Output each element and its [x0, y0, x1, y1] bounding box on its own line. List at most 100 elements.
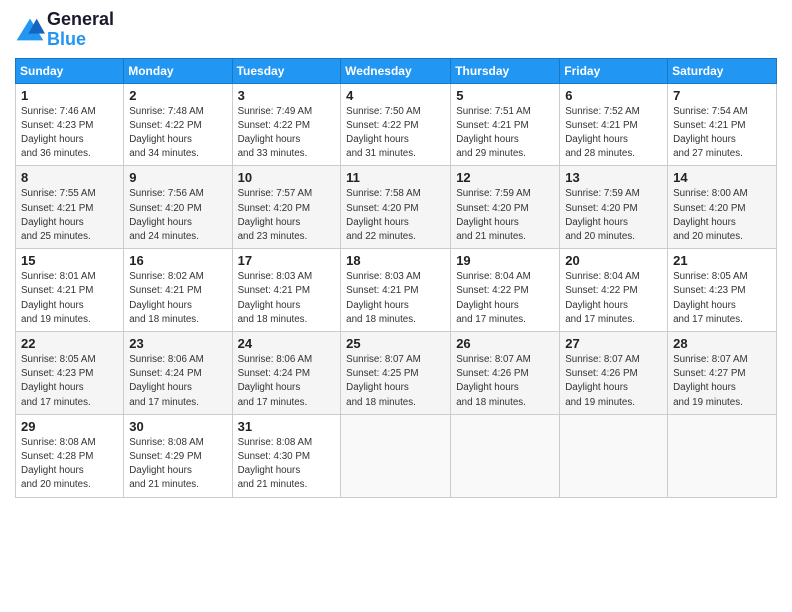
day-info: Sunrise: 8:04 AMSunset: 4:22 PMDaylight … — [456, 270, 554, 327]
day-number: 3 — [238, 88, 336, 103]
calendar-header-tuesday: Tuesday — [232, 58, 341, 83]
logo-icon — [15, 17, 45, 42]
logo-text: General Blue — [47, 10, 114, 50]
calendar-week-1: 1 Sunrise: 7:46 AMSunset: 4:23 PMDayligh… — [16, 83, 777, 166]
calendar-cell: 30 Sunrise: 8:08 AMSunset: 4:29 PMDaylig… — [124, 414, 232, 497]
calendar-cell: 20 Sunrise: 8:04 AMSunset: 4:22 PMDaylig… — [560, 249, 668, 332]
calendar-cell: 26 Sunrise: 8:07 AMSunset: 4:26 PMDaylig… — [451, 332, 560, 415]
day-info: Sunrise: 8:08 AMSunset: 4:29 PMDaylight … — [129, 436, 226, 493]
day-info: Sunrise: 8:02 AMSunset: 4:21 PMDaylight … — [129, 270, 226, 327]
calendar-cell: 29 Sunrise: 8:08 AMSunset: 4:28 PMDaylig… — [16, 414, 124, 497]
calendar-cell: 27 Sunrise: 8:07 AMSunset: 4:26 PMDaylig… — [560, 332, 668, 415]
day-number: 17 — [238, 253, 336, 268]
day-info: Sunrise: 7:46 AMSunset: 4:23 PMDaylight … — [21, 105, 118, 162]
calendar-cell — [341, 414, 451, 497]
calendar-cell: 2 Sunrise: 7:48 AMSunset: 4:22 PMDayligh… — [124, 83, 232, 166]
day-info: Sunrise: 7:59 AMSunset: 4:20 PMDaylight … — [565, 187, 662, 244]
day-info: Sunrise: 8:07 AMSunset: 4:25 PMDaylight … — [346, 353, 445, 410]
day-number: 19 — [456, 253, 554, 268]
day-info: Sunrise: 7:48 AMSunset: 4:22 PMDaylight … — [129, 105, 226, 162]
day-number: 9 — [129, 170, 226, 185]
day-number: 20 — [565, 253, 662, 268]
calendar-cell: 8 Sunrise: 7:55 AMSunset: 4:21 PMDayligh… — [16, 166, 124, 249]
day-info: Sunrise: 8:03 AMSunset: 4:21 PMDaylight … — [346, 270, 445, 327]
calendar-cell: 7 Sunrise: 7:54 AMSunset: 4:21 PMDayligh… — [668, 83, 777, 166]
day-number: 14 — [673, 170, 771, 185]
calendar-cell: 19 Sunrise: 8:04 AMSunset: 4:22 PMDaylig… — [451, 249, 560, 332]
calendar-cell: 9 Sunrise: 7:56 AMSunset: 4:20 PMDayligh… — [124, 166, 232, 249]
day-number: 5 — [456, 88, 554, 103]
calendar-week-2: 8 Sunrise: 7:55 AMSunset: 4:21 PMDayligh… — [16, 166, 777, 249]
calendar-cell: 18 Sunrise: 8:03 AMSunset: 4:21 PMDaylig… — [341, 249, 451, 332]
day-info: Sunrise: 8:07 AMSunset: 4:26 PMDaylight … — [456, 353, 554, 410]
day-info: Sunrise: 8:04 AMSunset: 4:22 PMDaylight … — [565, 270, 662, 327]
calendar-cell: 22 Sunrise: 8:05 AMSunset: 4:23 PMDaylig… — [16, 332, 124, 415]
calendar-cell: 24 Sunrise: 8:06 AMSunset: 4:24 PMDaylig… — [232, 332, 341, 415]
calendar-cell: 3 Sunrise: 7:49 AMSunset: 4:22 PMDayligh… — [232, 83, 341, 166]
day-number: 1 — [21, 88, 118, 103]
calendar-header-monday: Monday — [124, 58, 232, 83]
day-number: 27 — [565, 336, 662, 351]
day-number: 24 — [238, 336, 336, 351]
calendar-cell: 11 Sunrise: 7:58 AMSunset: 4:20 PMDaylig… — [341, 166, 451, 249]
calendar-table: SundayMondayTuesdayWednesdayThursdayFrid… — [15, 58, 777, 498]
calendar-cell: 13 Sunrise: 7:59 AMSunset: 4:20 PMDaylig… — [560, 166, 668, 249]
calendar-header-saturday: Saturday — [668, 58, 777, 83]
day-number: 30 — [129, 419, 226, 434]
day-number: 16 — [129, 253, 226, 268]
day-number: 18 — [346, 253, 445, 268]
calendar-header-thursday: Thursday — [451, 58, 560, 83]
day-number: 21 — [673, 253, 771, 268]
day-info: Sunrise: 8:05 AMSunset: 4:23 PMDaylight … — [673, 270, 771, 327]
day-info: Sunrise: 7:51 AMSunset: 4:21 PMDaylight … — [456, 105, 554, 162]
day-info: Sunrise: 7:52 AMSunset: 4:21 PMDaylight … — [565, 105, 662, 162]
calendar-header-friday: Friday — [560, 58, 668, 83]
calendar-week-3: 15 Sunrise: 8:01 AMSunset: 4:21 PMDaylig… — [16, 249, 777, 332]
calendar-header-wednesday: Wednesday — [341, 58, 451, 83]
day-info: Sunrise: 7:57 AMSunset: 4:20 PMDaylight … — [238, 187, 336, 244]
day-number: 11 — [346, 170, 445, 185]
day-info: Sunrise: 7:50 AMSunset: 4:22 PMDaylight … — [346, 105, 445, 162]
day-number: 23 — [129, 336, 226, 351]
page-header: General Blue — [15, 10, 777, 50]
calendar-cell: 10 Sunrise: 7:57 AMSunset: 4:20 PMDaylig… — [232, 166, 341, 249]
calendar-week-4: 22 Sunrise: 8:05 AMSunset: 4:23 PMDaylig… — [16, 332, 777, 415]
day-info: Sunrise: 8:06 AMSunset: 4:24 PMDaylight … — [238, 353, 336, 410]
day-number: 8 — [21, 170, 118, 185]
calendar-cell: 16 Sunrise: 8:02 AMSunset: 4:21 PMDaylig… — [124, 249, 232, 332]
calendar-cell: 12 Sunrise: 7:59 AMSunset: 4:20 PMDaylig… — [451, 166, 560, 249]
calendar-header-sunday: Sunday — [16, 58, 124, 83]
day-number: 4 — [346, 88, 445, 103]
day-info: Sunrise: 8:06 AMSunset: 4:24 PMDaylight … — [129, 353, 226, 410]
day-number: 10 — [238, 170, 336, 185]
calendar-cell: 1 Sunrise: 7:46 AMSunset: 4:23 PMDayligh… — [16, 83, 124, 166]
day-info: Sunrise: 8:08 AMSunset: 4:30 PMDaylight … — [238, 436, 336, 493]
calendar-cell: 17 Sunrise: 8:03 AMSunset: 4:21 PMDaylig… — [232, 249, 341, 332]
day-info: Sunrise: 7:59 AMSunset: 4:20 PMDaylight … — [456, 187, 554, 244]
day-number: 31 — [238, 419, 336, 434]
day-number: 22 — [21, 336, 118, 351]
calendar-cell — [451, 414, 560, 497]
calendar-cell — [668, 414, 777, 497]
day-number: 15 — [21, 253, 118, 268]
day-info: Sunrise: 8:07 AMSunset: 4:26 PMDaylight … — [565, 353, 662, 410]
calendar-body: 1 Sunrise: 7:46 AMSunset: 4:23 PMDayligh… — [16, 83, 777, 497]
calendar-cell: 31 Sunrise: 8:08 AMSunset: 4:30 PMDaylig… — [232, 414, 341, 497]
day-info: Sunrise: 8:03 AMSunset: 4:21 PMDaylight … — [238, 270, 336, 327]
day-info: Sunrise: 8:00 AMSunset: 4:20 PMDaylight … — [673, 187, 771, 244]
day-number: 7 — [673, 88, 771, 103]
day-info: Sunrise: 8:01 AMSunset: 4:21 PMDaylight … — [21, 270, 118, 327]
day-info: Sunrise: 7:54 AMSunset: 4:21 PMDaylight … — [673, 105, 771, 162]
day-number: 12 — [456, 170, 554, 185]
day-number: 26 — [456, 336, 554, 351]
calendar-cell: 5 Sunrise: 7:51 AMSunset: 4:21 PMDayligh… — [451, 83, 560, 166]
calendar-week-5: 29 Sunrise: 8:08 AMSunset: 4:28 PMDaylig… — [16, 414, 777, 497]
logo: General Blue — [15, 10, 114, 50]
calendar-cell: 6 Sunrise: 7:52 AMSunset: 4:21 PMDayligh… — [560, 83, 668, 166]
calendar-cell: 14 Sunrise: 8:00 AMSunset: 4:20 PMDaylig… — [668, 166, 777, 249]
day-info: Sunrise: 8:05 AMSunset: 4:23 PMDaylight … — [21, 353, 118, 410]
day-info: Sunrise: 7:49 AMSunset: 4:22 PMDaylight … — [238, 105, 336, 162]
day-number: 29 — [21, 419, 118, 434]
day-info: Sunrise: 7:56 AMSunset: 4:20 PMDaylight … — [129, 187, 226, 244]
calendar-header-row: SundayMondayTuesdayWednesdayThursdayFrid… — [16, 58, 777, 83]
